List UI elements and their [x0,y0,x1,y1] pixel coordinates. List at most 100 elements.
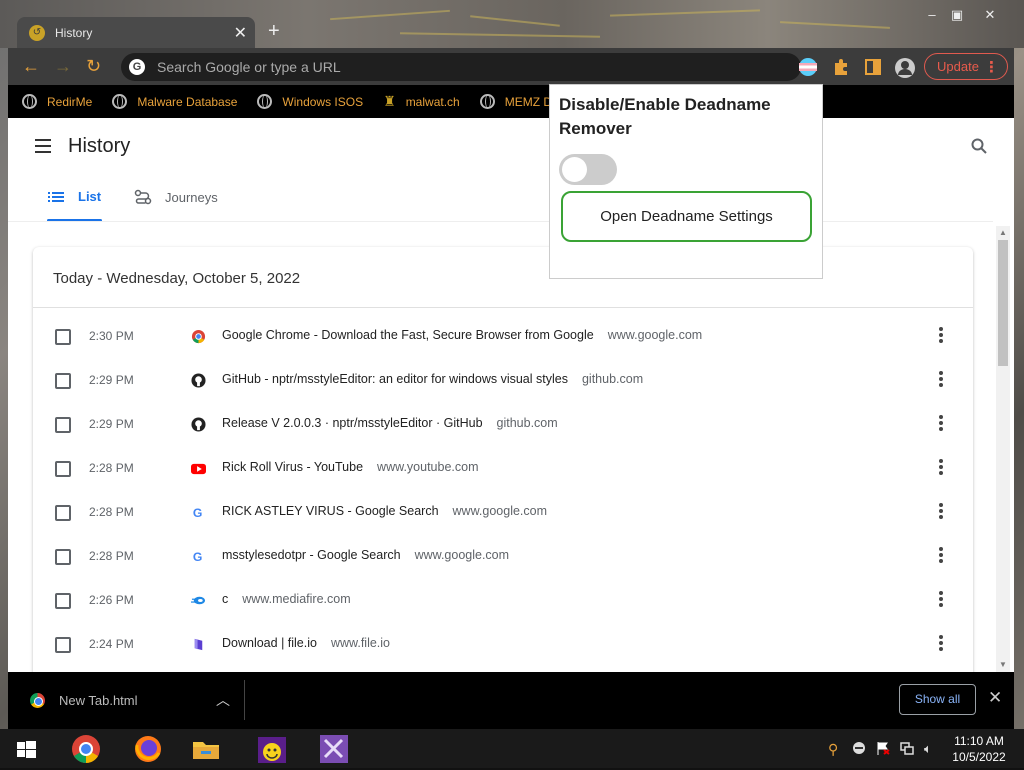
main-menu-icon[interactable] [35,139,51,157]
history-page: History List Journeys Today - Wednesday,… [8,118,1014,672]
history-row[interactable]: 2:29 PM Release V 2.0.0.3 · nptr/msstyle… [33,403,973,447]
row-time: 2:28 PM [89,549,134,563]
search-tray-icon[interactable]: ⚲ [828,741,842,757]
scroll-up-icon[interactable]: ▲ [999,228,1007,237]
row-checkbox[interactable] [55,637,71,653]
tab-journeys[interactable]: Journeys [134,189,218,205]
new-tab-button[interactable]: + [268,20,280,42]
row-more-icon[interactable] [939,371,943,389]
github-icon [191,417,206,432]
history-row[interactable]: 2:24 PM Download | file.io www.file.io [33,623,973,667]
chrome-taskbar-icon[interactable] [70,733,102,765]
row-domain: www.google.com [452,504,548,518]
bookmark-malware-database[interactable]: Malware Database [112,94,237,109]
tab-title: History [55,25,93,40]
history-row[interactable]: 2:28 PM G RICK ASTLEY VIRUS - Google Sea… [33,491,973,535]
row-time: 2:26 PM [89,593,134,607]
row-checkbox[interactable] [55,417,71,433]
yahoo-messenger-taskbar-icon[interactable] [256,733,288,765]
show-all-button[interactable]: Show all [899,684,976,715]
windows-taskbar: ⚲ 🔈︎ 11:10 AM 10/5/2022 [0,729,1024,768]
row-more-icon[interactable] [939,503,943,521]
extensions-puzzle-icon[interactable] [831,57,851,77]
row-more-icon[interactable] [939,459,943,477]
page-title: History [68,135,131,157]
network-tray-icon[interactable] [900,741,914,755]
row-checkbox[interactable] [55,549,71,565]
row-more-icon[interactable] [939,635,943,653]
close-window-button[interactable]: ✕ [979,6,1001,24]
row-title[interactable]: Google Chrome - Download the Fast, Secur… [222,328,594,342]
profile-avatar-icon[interactable] [894,57,915,78]
scrollbar-thumb[interactable] [998,240,1008,366]
row-more-icon[interactable] [939,591,943,609]
minus-circle-tray-icon[interactable] [852,741,866,755]
svg-text:G: G [193,506,202,520]
row-more-icon[interactable] [939,327,943,345]
close-download-bar-icon[interactable]: ✕ [988,688,1002,708]
search-icon[interactable] [971,138,987,159]
row-title[interactable]: Download | file.io [222,636,317,650]
row-checkbox[interactable] [55,329,71,345]
history-row[interactable]: 2:29 PM GitHub - nptr/msstyleEditor: an … [33,359,973,403]
reload-button[interactable]: ↻ [86,56,101,76]
row-domain: www.file.io [330,636,391,650]
back-button[interactable]: ← [22,56,40,76]
minimize-button[interactable]: – [921,6,943,24]
chevron-up-icon[interactable]: ︿ [216,690,230,710]
history-row[interactable]: 2:28 PM G msstylesedotpr - Google Search… [33,535,973,579]
row-checkbox[interactable] [55,373,71,389]
windows-start-icon[interactable] [10,733,42,765]
globe-icon [22,94,37,109]
row-title[interactable]: Rick Roll Virus - YouTube [222,460,363,474]
download-file-name: New Tab.html [59,693,138,708]
download-bar: New Tab.html ︿ Show all ✕ [8,672,1014,729]
close-tab-icon[interactable]: ✕ [234,23,247,43]
bookmark-malwatch[interactable]: ♜ malwat.ch [383,93,460,110]
history-row[interactable]: 2:28 PM Rick Roll Virus - YouTube www.you… [33,447,973,491]
toggle-knob [562,157,587,182]
row-checkbox[interactable] [55,593,71,609]
system-clock[interactable]: 11:10 AM 10/5/2022 [944,733,1014,765]
open-settings-button[interactable]: Open Deadname Settings [561,191,812,242]
bookmark-windows-isos[interactable]: Windows ISOS [257,94,363,109]
tab-list[interactable]: List [48,189,101,204]
bookmark-label: RedirMe [47,94,93,109]
row-title[interactable]: GitHub - nptr/msstyleEditor: an editor f… [222,372,568,386]
deadname-extension-popup: Disable/Enable Deadname Remover Open Dea… [549,84,823,279]
maximize-button[interactable]: ▣ [946,6,968,24]
row-title[interactable]: Release V 2.0.0.3 · nptr/msstyleEditor ·… [222,416,483,430]
download-item[interactable]: New Tab.html [30,693,138,708]
page-scrollbar[interactable]: ▲ ▼ [996,226,1010,672]
tab-divider [8,221,993,222]
row-checkbox[interactable] [55,461,71,477]
globe-icon [112,94,128,109]
tab-list-label: List [78,189,102,204]
update-button[interactable]: Update ⋮ [924,53,1008,80]
row-title[interactable]: RICK ASTLEY VIRUS - Google Search [222,504,439,518]
row-title[interactable]: msstylesedotpr - Google Search [222,548,401,562]
forward-button[interactable]: → [54,56,72,76]
deadname-extension-icon[interactable] [798,57,818,77]
row-more-icon[interactable] [939,547,943,565]
row-more-icon[interactable] [939,415,943,433]
scroll-down-icon[interactable]: ▼ [999,660,1007,669]
browser-tab-history[interactable]: ↺ History ✕ [17,17,255,48]
file-explorer-taskbar-icon[interactable] [190,733,222,765]
card-divider [33,307,973,308]
row-title[interactable]: c [222,592,228,606]
deadname-remover-toggle[interactable] [559,154,617,185]
side-panel-icon[interactable] [863,57,883,77]
volume-tray-icon[interactable]: 🔈︎ [924,741,938,756]
history-row[interactable]: 2:26 PM c www.mediafire.com [33,579,973,623]
bookmark-redirme[interactable]: RedirMe [22,94,92,109]
history-row[interactable]: 2:30 PM Google Chrome - Download the Fas… [33,315,973,359]
address-bar[interactable]: G Search Google or type a URL [121,53,801,81]
flag-tray-icon[interactable] [876,741,890,755]
row-checkbox[interactable] [55,505,71,521]
chrome-icon [30,693,45,708]
browser-toolbar: ← → ↻ G Search Google or type a URL Upda… [8,48,1014,85]
list-icon [48,191,64,202]
visual-studio-taskbar-icon[interactable] [318,733,350,765]
firefox-taskbar-icon[interactable] [132,733,164,765]
